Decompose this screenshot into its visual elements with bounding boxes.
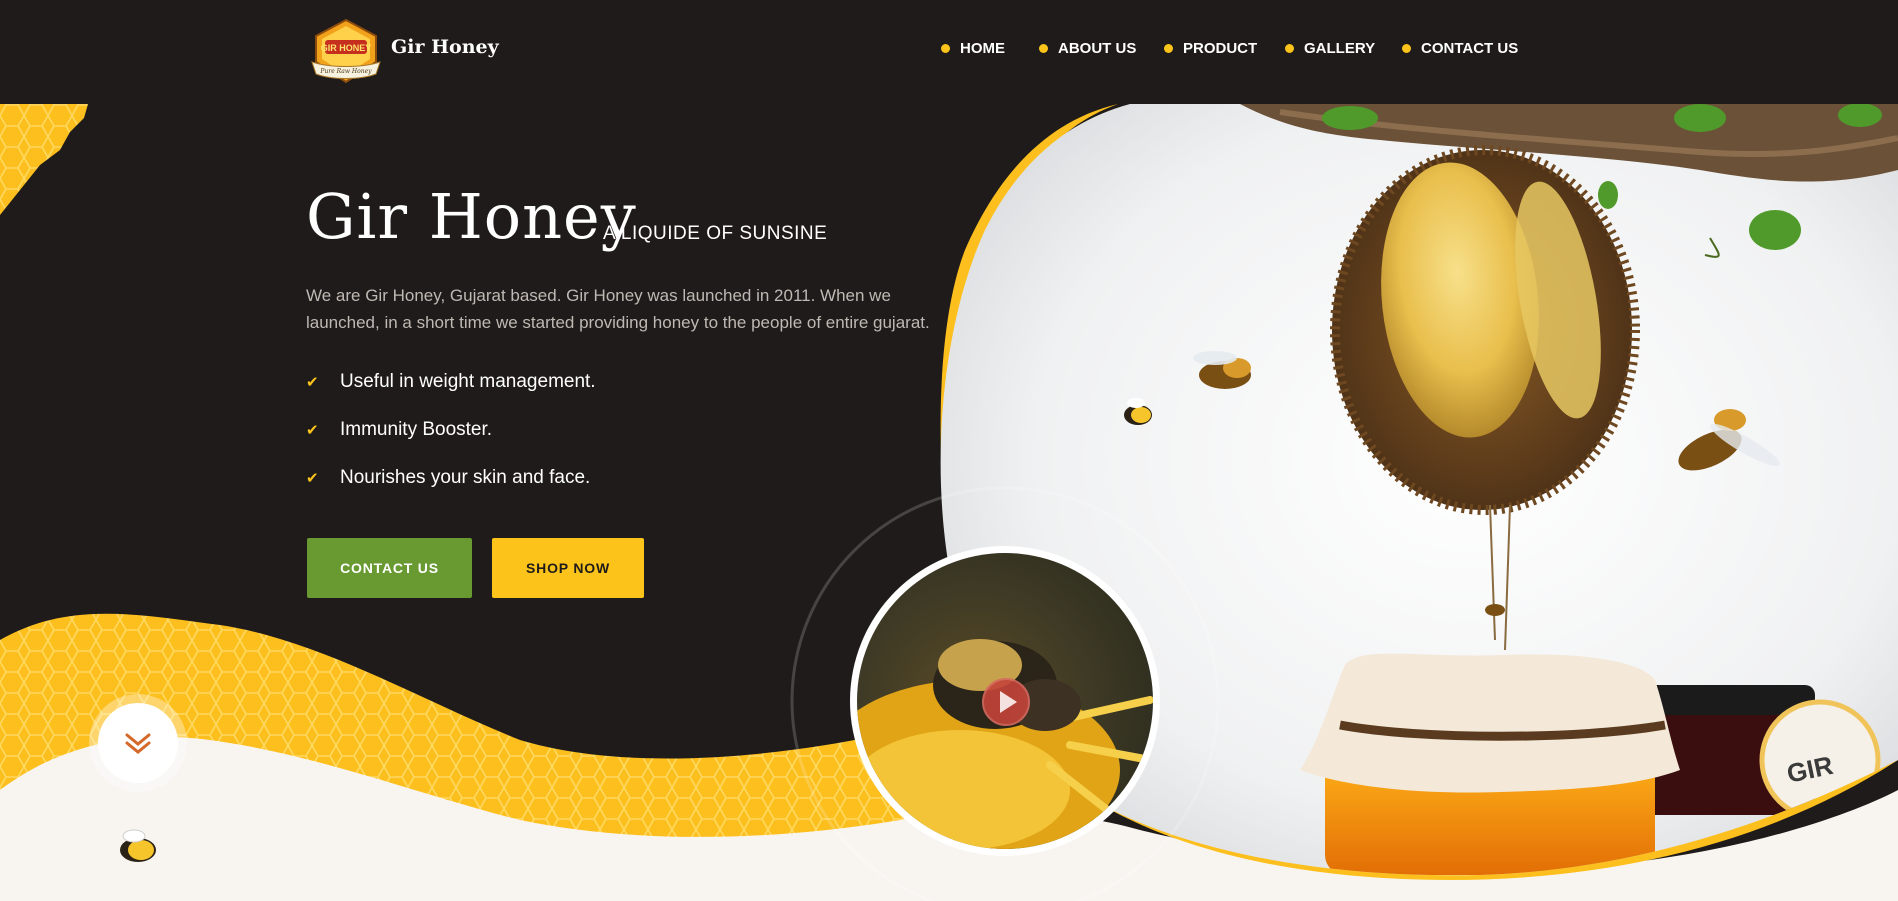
hero-intro: We are Gir Honey, Gujarat based. Gir Hon… xyxy=(306,286,930,332)
nav-home[interactable]: HOME xyxy=(941,40,1005,57)
nav-label: ABOUT US xyxy=(1058,40,1137,57)
scroll-down-button[interactable] xyxy=(98,703,178,783)
feature-item: ✔ Useful in weight management. xyxy=(306,371,596,393)
feature-item: ✔ Nourishes your skin and face. xyxy=(306,467,590,489)
hero-background: GIR xyxy=(0,104,1898,901)
nav-label: GALLERY xyxy=(1304,40,1376,57)
feature-item: ✔ Immunity Booster. xyxy=(306,419,492,441)
nav-about-us[interactable]: ABOUT US xyxy=(1039,40,1136,57)
hero-tagline: A LIQUIDE OF SUNSINE xyxy=(603,223,828,244)
nav-label: CONTACT US xyxy=(1421,40,1519,57)
hero-title: Gir Honey xyxy=(306,180,637,253)
nav-product[interactable]: PRODUCT xyxy=(1164,40,1257,57)
feature-text: Nourishes your skin and face. xyxy=(340,467,591,488)
shop-now-button[interactable]: SHOP NOW xyxy=(492,538,644,598)
site-header: GIR HONEY Pure Raw Honey Gir Honey HOME … xyxy=(0,0,1898,104)
bullet-dot-icon xyxy=(1402,44,1411,53)
main-nav: HOME ABOUT US PRODUCT GALLERY CONTACT US xyxy=(0,40,1898,62)
contact-us-button[interactable]: CONTACT US xyxy=(307,538,472,598)
bullet-dot-icon xyxy=(1285,44,1294,53)
check-icon: ✔ xyxy=(306,374,319,391)
bullet-dot-icon xyxy=(1164,44,1173,53)
nav-label: PRODUCT xyxy=(1183,40,1258,57)
check-icon: ✔ xyxy=(306,470,319,487)
bullet-dot-icon xyxy=(941,44,950,53)
nav-gallery[interactable]: GALLERY xyxy=(1285,40,1375,57)
nav-label: HOME xyxy=(960,40,1005,57)
feature-text: Immunity Booster. xyxy=(340,419,493,440)
check-icon: ✔ xyxy=(306,422,319,439)
svg-text:Pure Raw Honey: Pure Raw Honey xyxy=(319,68,372,75)
nav-contact-us[interactable]: CONTACT US xyxy=(1402,40,1518,57)
play-video-button[interactable] xyxy=(981,677,1031,727)
feature-text: Useful in weight management. xyxy=(340,371,596,392)
bullet-dot-icon xyxy=(1039,44,1048,53)
chevron-double-down-icon xyxy=(125,733,151,754)
